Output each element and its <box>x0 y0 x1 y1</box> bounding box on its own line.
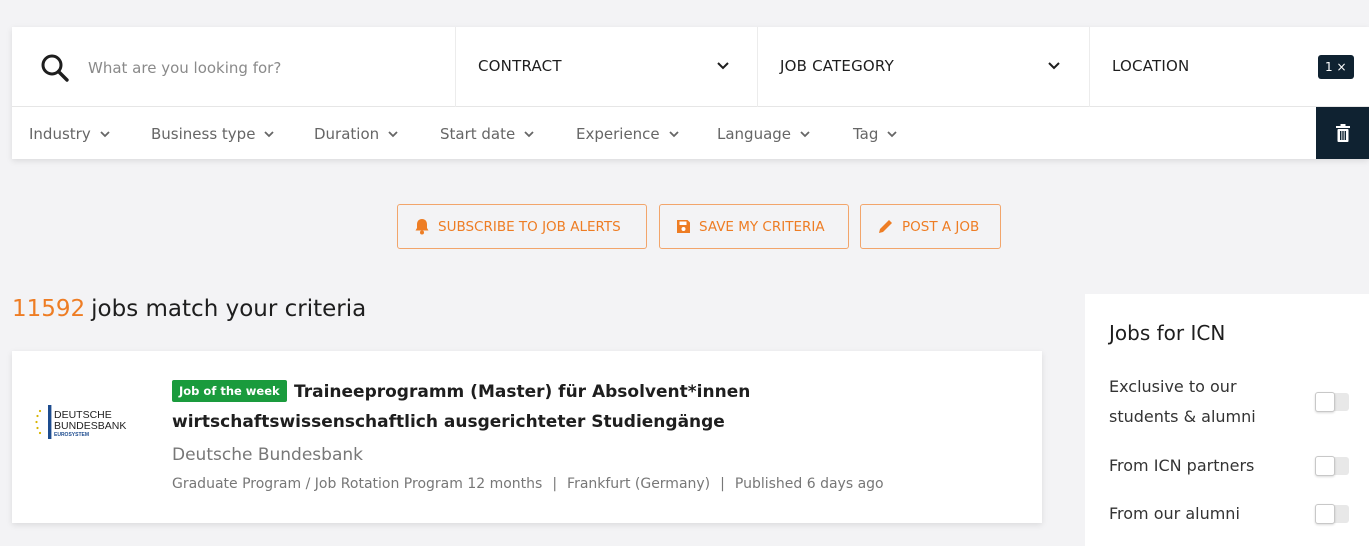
secondary-filter-row: Industry Business type Duration Start da… <box>12 107 1369 159</box>
job-published: Published 6 days ago <box>734 476 884 492</box>
search-input[interactable] <box>88 53 428 83</box>
sidebar-title: Jobs for ICN <box>1109 321 1226 345</box>
filter-label: Tag <box>853 125 879 143</box>
company-logo: DEUTSCHE BUNDESBANK EUROSYSTEM <box>34 403 144 441</box>
job-title[interactable]: Traineeprogramm (Master) für Absolvent*i… <box>172 377 872 437</box>
exclusive-toggle[interactable] <box>1315 392 1349 412</box>
location-dropdown-label: LOCATION <box>1112 57 1190 75</box>
filter-label: Language <box>717 125 792 143</box>
chevron-down-icon <box>717 62 729 70</box>
trash-icon <box>1335 124 1350 142</box>
job-category-dropdown-label: JOB CATEGORY <box>780 57 894 75</box>
filter-duration[interactable]: Duration <box>314 123 399 145</box>
filter-label: Start date <box>440 125 516 143</box>
job-category-dropdown[interactable]: JOB CATEGORY <box>757 27 1089 107</box>
partners-toggle[interactable] <box>1315 456 1349 476</box>
search-icon[interactable] <box>40 53 70 83</box>
filter-business-type[interactable]: Business type <box>151 123 275 145</box>
meta-separator: | <box>720 476 725 492</box>
location-dropdown[interactable]: LOCATION 1 × <box>1089 27 1369 107</box>
chevron-down-icon <box>524 131 534 138</box>
chevron-down-icon <box>1048 62 1060 70</box>
subscribe-job-alerts-button[interactable]: SUBSCRIBE TO JOB ALERTS <box>397 204 647 249</box>
primary-filter-row: CONTRACT JOB CATEGORY LOCATION 1 × <box>12 27 1369 107</box>
clear-filters-button[interactable] <box>1316 107 1369 159</box>
save-label: SAVE MY CRITERIA <box>699 218 825 235</box>
job-contract: Graduate Program / Job Rotation Program … <box>172 476 543 492</box>
filter-language[interactable]: Language <box>717 123 811 145</box>
bundesbank-logo: DEUTSCHE BUNDESBANK EUROSYSTEM <box>35 405 126 439</box>
results-count: 11592 <box>12 296 86 322</box>
results-label: jobs match your criteria <box>91 296 367 322</box>
chevron-down-icon <box>669 131 679 138</box>
job-company[interactable]: Deutsche Bundesbank <box>172 445 363 465</box>
filter-panel: CONTRACT JOB CATEGORY LOCATION 1 × Indus… <box>12 27 1369 159</box>
chevron-down-icon <box>800 131 810 138</box>
toggle-knob <box>1315 504 1335 524</box>
results-count-heading: 11592 jobs match your criteria <box>12 296 366 322</box>
post-job-button[interactable]: POST A JOB <box>860 204 1001 249</box>
job-location: Frankfurt (Germany) <box>567 476 711 492</box>
contract-dropdown-label: CONTRACT <box>478 57 562 75</box>
filter-tag[interactable]: Tag <box>853 123 898 145</box>
chevron-down-icon <box>100 131 110 138</box>
job-card[interactable]: DEUTSCHE BUNDESBANK EUROSYSTEM Job of th… <box>12 351 1042 523</box>
save-icon <box>677 220 690 233</box>
chevron-down-icon <box>388 131 398 138</box>
icn-jobs-sidebar: Jobs for ICN Exclusive to our students &… <box>1085 294 1369 546</box>
meta-separator: | <box>552 476 558 492</box>
logo-line3: EUROSYSTEM <box>54 432 89 438</box>
filter-label: Experience <box>576 125 660 143</box>
toggle-knob <box>1315 392 1335 412</box>
filter-start-date[interactable]: Start date <box>440 123 535 145</box>
search-box <box>12 27 455 107</box>
logo-line2: BUNDESBANK <box>54 420 126 432</box>
chevron-down-icon <box>887 131 898 138</box>
post-label: POST A JOB <box>902 218 980 235</box>
filter-label: Industry <box>29 125 91 143</box>
alumni-toggle[interactable] <box>1315 504 1349 524</box>
filter-label: Duration <box>314 125 380 143</box>
subscribe-label: SUBSCRIBE TO JOB ALERTS <box>438 218 621 235</box>
sidebar-item-exclusive: Exclusive to our students & alumni <box>1109 377 1256 426</box>
save-criteria-button[interactable]: SAVE MY CRITERIA <box>659 204 849 249</box>
contract-dropdown[interactable]: CONTRACT <box>455 27 757 107</box>
pencil-icon <box>879 220 892 233</box>
toggle-knob <box>1315 456 1335 476</box>
sidebar-item-partners: From ICN partners <box>1109 456 1255 475</box>
filter-experience[interactable]: Experience <box>576 123 680 145</box>
location-selected-badge[interactable]: 1 × <box>1318 55 1354 79</box>
job-meta: Graduate Program / Job Rotation Program … <box>172 476 884 492</box>
filter-industry[interactable]: Industry <box>29 123 111 145</box>
sidebar-item-alumni: From our alumni <box>1109 504 1240 523</box>
filter-label: Business type <box>151 125 256 143</box>
chevron-down-icon <box>264 131 275 138</box>
bell-icon <box>415 219 429 235</box>
